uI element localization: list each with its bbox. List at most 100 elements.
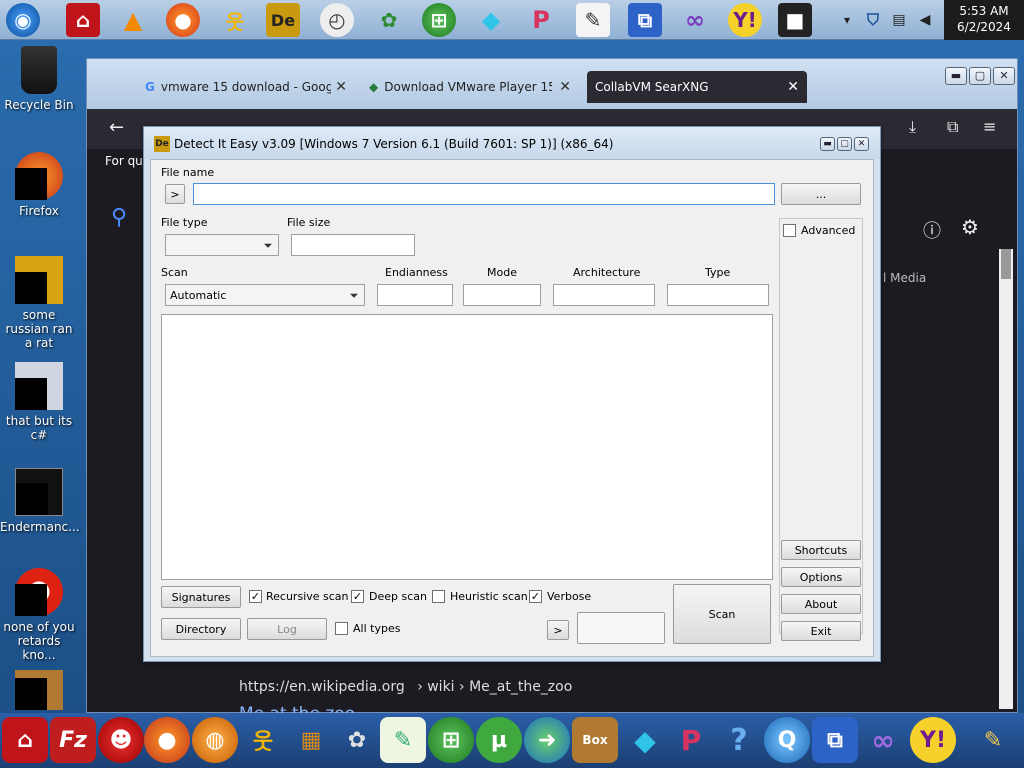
- file-size-label: File size: [287, 216, 331, 229]
- desktop-icon-c-sharp[interactable]: that but its c#: [0, 362, 78, 442]
- exit-button[interactable]: Exit: [781, 621, 861, 641]
- log-button[interactable]: Log: [247, 618, 327, 640]
- hyperv-icon[interactable]: ⧉: [628, 3, 662, 37]
- browse-button[interactable]: ...: [781, 183, 861, 205]
- download-icon[interactable]: ⤓: [909, 117, 916, 137]
- verbose-checkbox[interactable]: ✓: [529, 590, 542, 603]
- media-tab-text[interactable]: l Media: [883, 271, 926, 285]
- signatures-button[interactable]: Signatures: [161, 586, 241, 608]
- volume-icon[interactable]: ◀: [914, 3, 936, 37]
- die-close-button[interactable]: ✕: [854, 137, 869, 151]
- chevron-down-icon: [350, 293, 358, 298]
- yahoo-messenger-icon[interactable]: Y!: [728, 3, 762, 37]
- menu-icon[interactable]: ≡: [983, 117, 996, 136]
- aim-icon[interactable]: 웃: [218, 3, 252, 37]
- extensions-icon[interactable]: ⧉: [947, 117, 958, 137]
- notepad-icon[interactable]: ✎: [380, 717, 426, 763]
- heuristic-scan-checkbox[interactable]: [432, 590, 445, 603]
- mode-field[interactable]: [463, 284, 541, 306]
- detect-it-easy-icon[interactable]: De: [266, 3, 300, 37]
- globe-arrow-icon[interactable]: ➜: [524, 717, 570, 763]
- tab-close-icon[interactable]: ✕: [787, 79, 799, 95]
- filezilla-icon[interactable]: Fz: [50, 717, 96, 763]
- tab-searxng[interactable]: CollabVM SearXNG ✕: [587, 71, 807, 103]
- minimize-button[interactable]: ▬: [945, 67, 967, 85]
- pencil-icon[interactable]: ✎: [970, 717, 1016, 763]
- result-url[interactable]: https://en.wikipedia.org › wiki › Me_at_…: [239, 679, 572, 695]
- deep-scan-checkbox[interactable]: ✓: [351, 590, 364, 603]
- endianness-field[interactable]: [377, 284, 453, 306]
- type-field[interactable]: [667, 284, 769, 306]
- black-box-icon[interactable]: ■: [778, 3, 812, 37]
- about-button[interactable]: About: [781, 594, 861, 614]
- advanced-checkbox[interactable]: [783, 224, 796, 237]
- file-name-input[interactable]: [193, 183, 775, 205]
- maximize-button[interactable]: ▢: [969, 67, 991, 85]
- desktop-icon-russian-rat[interactable]: some russian ran a rat: [0, 256, 78, 350]
- search-icon[interactable]: ⚲: [111, 205, 127, 230]
- tab-vmware[interactable]: ◆ Download VMware Player 15.5... ✕: [361, 71, 579, 103]
- info-icon[interactable]: ⓘ: [923, 217, 941, 243]
- diamond-icon[interactable]: ◆: [474, 3, 508, 37]
- desktop-icon-firefox[interactable]: Firefox: [0, 152, 78, 218]
- stack-icon[interactable]: ▦: [288, 717, 334, 763]
- flower-icon[interactable]: ✿: [372, 3, 406, 37]
- p-app-icon[interactable]: P: [668, 717, 714, 763]
- desktop-icon-recycle-bin[interactable]: Recycle Bin: [0, 46, 78, 112]
- acrobat-icon[interactable]: ⌂: [2, 717, 48, 763]
- help-icon[interactable]: ?: [716, 717, 762, 763]
- taskbar-clock[interactable]: 5:53 AM 6/2/2024: [944, 0, 1024, 40]
- vlc-icon[interactable]: ▲: [116, 3, 150, 37]
- drawing-app-icon[interactable]: ✎: [576, 3, 610, 37]
- diamond-icon[interactable]: ◆: [622, 717, 668, 763]
- flower-icon[interactable]: ✿: [334, 717, 380, 763]
- directory-button[interactable]: Directory: [161, 618, 241, 640]
- tray-chevron-icon[interactable]: ▾: [840, 3, 854, 37]
- windows-logo-icon[interactable]: ⊞: [428, 717, 474, 763]
- scan-button[interactable]: Scan: [673, 584, 771, 644]
- clock-app-icon[interactable]: ◴: [320, 3, 354, 37]
- results-panel[interactable]: [161, 314, 773, 580]
- tab-close-icon[interactable]: ✕: [335, 79, 347, 95]
- desktop-icon-box[interactable]: [0, 670, 78, 714]
- hyperv-icon[interactable]: ⧉: [812, 717, 858, 763]
- shortcuts-button[interactable]: Shortcuts: [781, 540, 861, 560]
- acrobat-icon[interactable]: ⌂: [66, 3, 100, 37]
- windows-logo-icon[interactable]: ⊞: [422, 3, 456, 37]
- orange-globe-icon[interactable]: ◍: [192, 717, 238, 763]
- tab-google[interactable]: G vmware 15 download - Google ✕: [137, 71, 355, 103]
- yahoo-messenger-icon[interactable]: Y!: [910, 717, 956, 763]
- visual-studio-icon[interactable]: ∞: [860, 717, 906, 763]
- die-maximize-button[interactable]: ▢: [837, 137, 852, 151]
- tab-close-icon[interactable]: ✕: [559, 79, 571, 95]
- visual-studio-icon[interactable]: ∞: [678, 3, 712, 37]
- start-orb-icon[interactable]: ◉: [6, 3, 40, 37]
- scan-next-button[interactable]: >: [547, 620, 569, 640]
- aim-icon[interactable]: 웃: [240, 717, 286, 763]
- desktop-icon-none-of-you[interactable]: none of you retards kno...: [0, 568, 78, 662]
- network-icon[interactable]: ▤: [888, 3, 910, 37]
- p-app-icon[interactable]: P: [524, 3, 558, 37]
- gear-icon[interactable]: ⚙: [961, 215, 979, 239]
- firefox-icon[interactable]: ●: [166, 3, 200, 37]
- architecture-field[interactable]: [553, 284, 655, 306]
- firefox-icon[interactable]: ●: [144, 717, 190, 763]
- options-button[interactable]: Options: [781, 567, 861, 587]
- red-bug-icon[interactable]: ☻: [98, 717, 144, 763]
- desktop-icon-endermanch[interactable]: Endermanc...: [0, 468, 80, 534]
- recursive-scan-checkbox[interactable]: ✓: [249, 590, 262, 603]
- qbittorrent-icon[interactable]: Q: [764, 717, 810, 763]
- die-minimize-button[interactable]: ▬: [820, 137, 835, 151]
- utorrent-icon[interactable]: µ: [476, 717, 522, 763]
- file-type-select[interactable]: [165, 234, 279, 256]
- close-button[interactable]: ✕: [993, 67, 1015, 85]
- scan-mode-value: Automatic: [170, 288, 227, 302]
- detect-it-easy-window: De Detect It Easy v3.09 [Windows 7 Versi…: [143, 126, 881, 662]
- file-arrow-button[interactable]: >: [165, 184, 185, 204]
- file-size-field[interactable]: [291, 234, 415, 256]
- beaver-box-icon[interactable]: Box: [572, 717, 618, 763]
- all-types-checkbox[interactable]: [335, 622, 348, 635]
- scan-mode-select[interactable]: Automatic: [165, 284, 365, 306]
- back-arrow-icon[interactable]: ←: [109, 117, 124, 138]
- scrollbar[interactable]: [999, 249, 1013, 709]
